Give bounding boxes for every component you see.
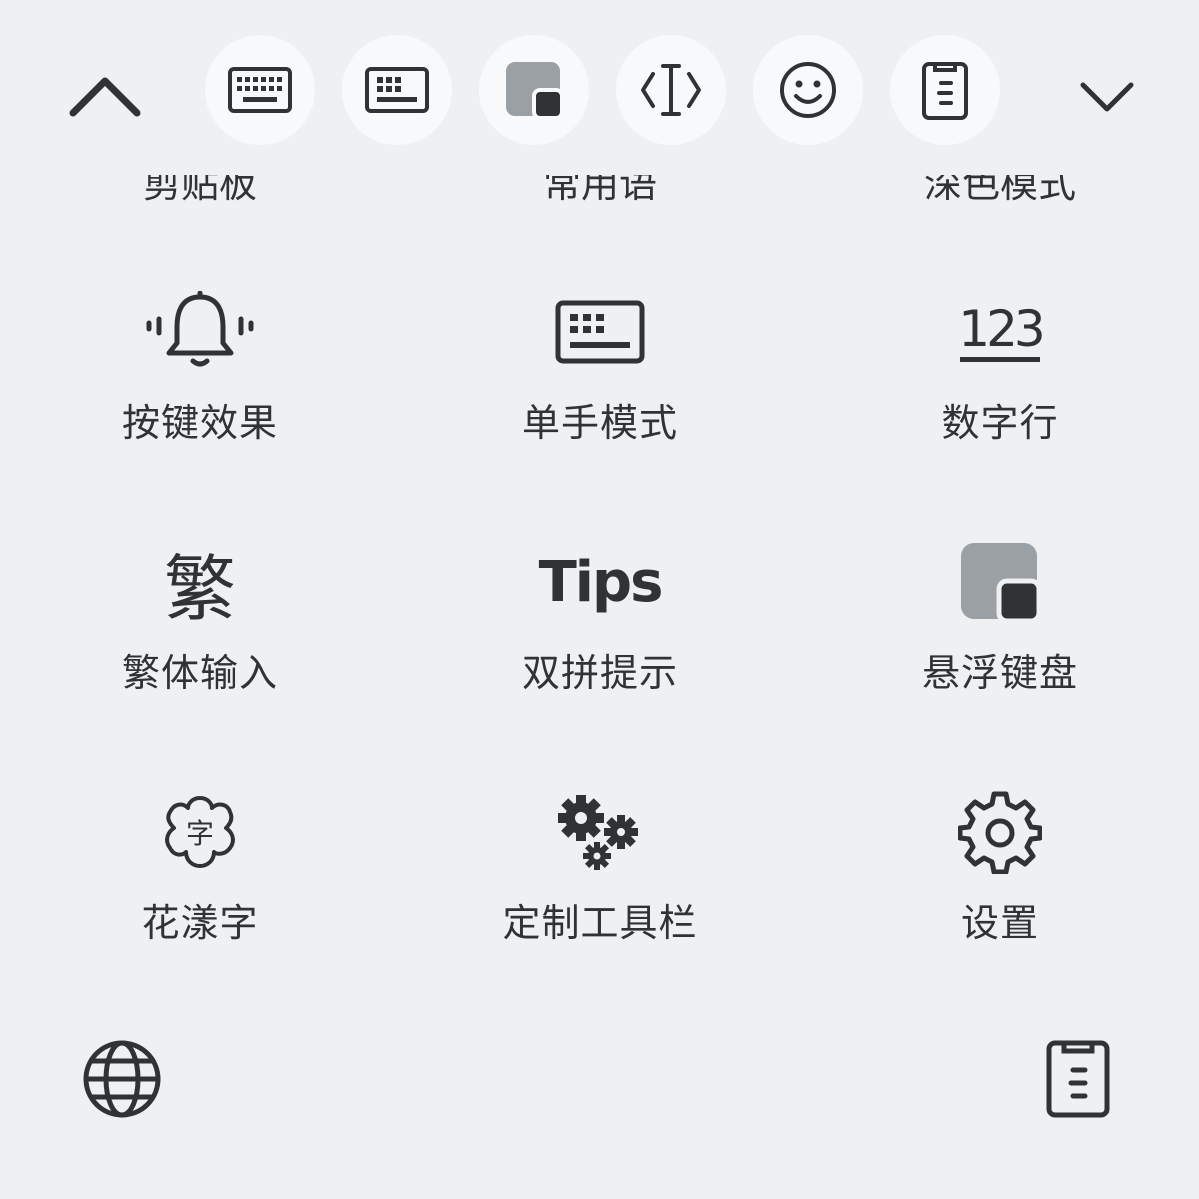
grid-item-custom-toolbar[interactable]: 定制工具栏 xyxy=(400,772,800,1002)
keyboard-icon xyxy=(228,67,292,113)
clipboard-bottom-button[interactable] xyxy=(1040,1033,1116,1123)
grid-item-shuangpin-tips[interactable]: Tips 双拼提示 xyxy=(400,522,800,752)
floating-keyboard-icon xyxy=(961,543,1041,623)
top-toolbar xyxy=(0,0,1199,180)
grid-item-one-hand[interactable]: 单手模式 xyxy=(400,272,800,502)
traditional-chinese-icon: 繁 xyxy=(163,546,236,631)
grid-item-traditional[interactable]: 繁 繁体输入 xyxy=(0,522,400,752)
grid-item-flower-char[interactable]: 字 花漾字 xyxy=(0,772,400,1002)
gears-icon xyxy=(558,795,638,870)
number-row-icon: 123 xyxy=(958,299,1045,358)
gear-icon xyxy=(958,791,1042,874)
keyboard-compact-button[interactable] xyxy=(342,35,452,145)
bell-vibrate-icon xyxy=(146,291,254,367)
globe-icon xyxy=(83,1040,161,1118)
clipped-row: 剪贴板 常用语 深色模式 xyxy=(0,175,1199,220)
grid-item-label: 双拼提示 xyxy=(521,651,678,695)
grid-item-label: 单手模式 xyxy=(521,401,678,445)
grid-item-phrases-label[interactable]: 常用语 xyxy=(400,175,800,208)
function-panel: 剪贴板 常用语 深色模式 按键效果 单手模式 123 数字行 繁 繁体输入 Ti… xyxy=(0,160,1199,1020)
grid-item-label: 繁体输入 xyxy=(121,651,278,695)
grid-item-label: 花漾字 xyxy=(141,901,259,945)
grid-item-dark-mode-label[interactable]: 深色模式 xyxy=(800,175,1199,208)
clipboard-button[interactable] xyxy=(890,35,1000,145)
grid-item-key-effect[interactable]: 按键效果 xyxy=(0,272,400,502)
text-cursor-icon xyxy=(641,64,701,116)
keyboard-compact-icon xyxy=(365,67,429,113)
grid-item-label: 悬浮键盘 xyxy=(921,651,1078,695)
grid-item-floating-keyboard[interactable]: 悬浮键盘 xyxy=(800,522,1199,752)
grid-item-label: 数字行 xyxy=(941,401,1059,445)
clipboard-icon xyxy=(1046,1040,1110,1118)
floating-keyboard-button[interactable] xyxy=(479,35,589,145)
language-button[interactable] xyxy=(78,1035,166,1123)
clipboard-icon xyxy=(922,62,968,120)
expand-button[interactable] xyxy=(1067,62,1147,132)
grid-item-label: 设置 xyxy=(960,901,1039,945)
grid-item-label: 按键效果 xyxy=(121,401,278,445)
chevron-down-icon xyxy=(1080,82,1134,112)
grid-item-number-row[interactable]: 123 数字行 xyxy=(800,272,1199,502)
grid-item-clipboard-label[interactable]: 剪贴板 xyxy=(0,175,400,208)
grid-item-label: 定制工具栏 xyxy=(502,901,698,945)
emoji-button[interactable] xyxy=(753,35,863,145)
keyboard-icon xyxy=(555,300,645,364)
flower-char-text: 字 xyxy=(185,817,214,850)
floating-keyboard-icon xyxy=(506,62,564,120)
text-cursor-button[interactable] xyxy=(616,35,726,145)
emoji-icon xyxy=(780,62,836,118)
collapse-button[interactable] xyxy=(65,60,145,130)
keyboard-button[interactable] xyxy=(205,35,315,145)
tips-icon: Tips xyxy=(538,549,664,615)
number-row-underline xyxy=(960,356,1040,362)
chevron-up-icon xyxy=(69,77,141,117)
grid-item-settings[interactable]: 设置 xyxy=(800,772,1199,1002)
